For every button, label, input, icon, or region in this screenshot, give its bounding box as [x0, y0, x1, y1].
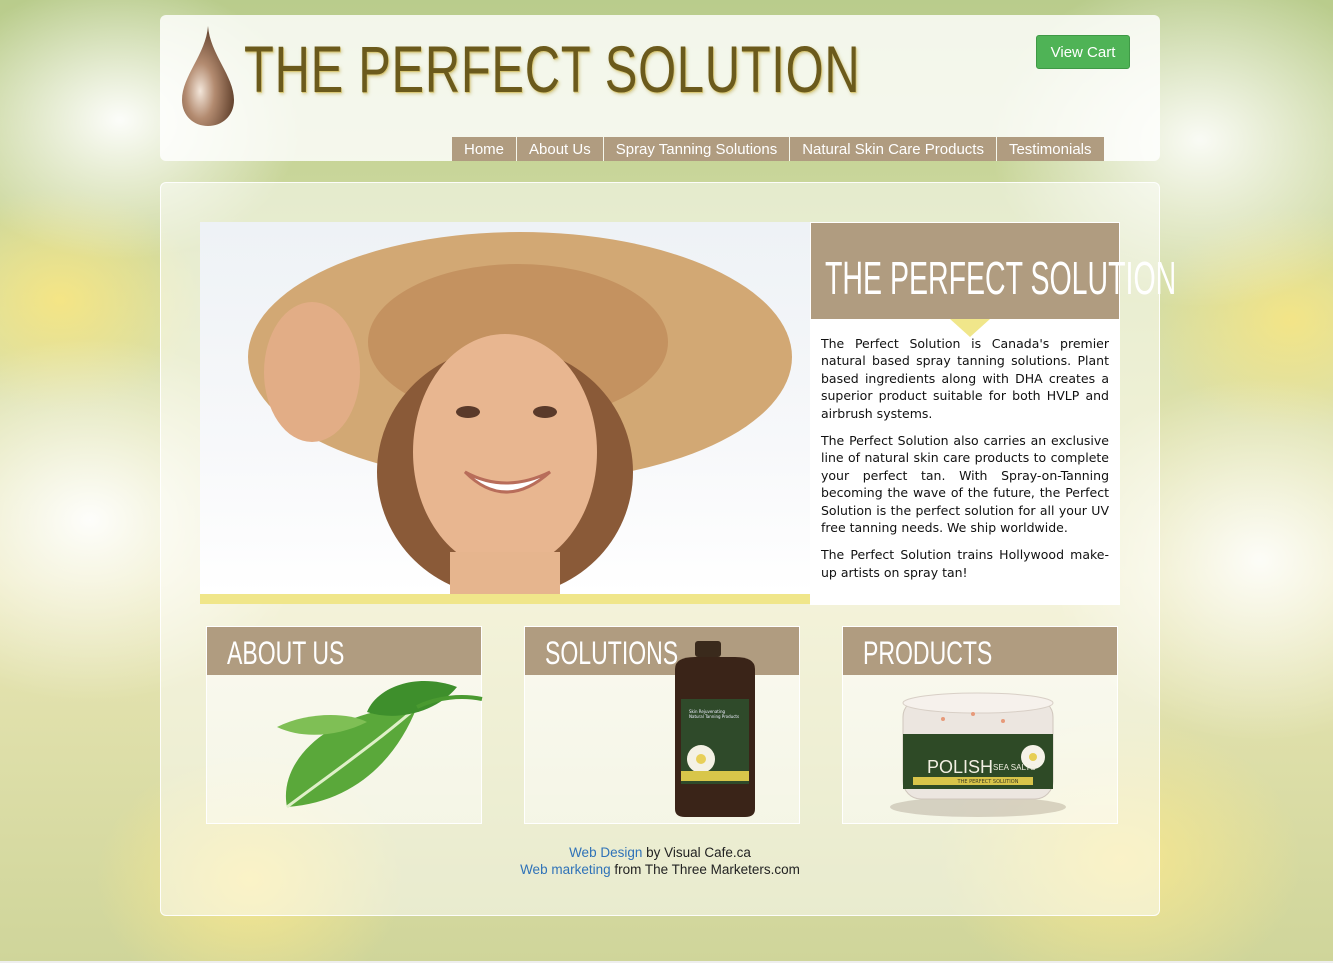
leaf-icon [277, 681, 483, 809]
credit-text-1: by Visual Cafe.ca [642, 845, 751, 860]
card-title: SOLUTIONS [545, 635, 679, 671]
card-title: PRODUCTS [863, 635, 993, 671]
nav-item-natural-skin-care-products[interactable]: Natural Skin Care Products [790, 137, 996, 161]
jar-band-text: THE PERFECT SOLUTION [957, 779, 1019, 785]
main-nav: Home About Us Spray Tanning Solutions Na… [452, 137, 1105, 161]
products-card[interactable]: PRODUCTS POLISH SEA SALTS THE PERFECT SO… [842, 626, 1118, 824]
intro-title: THE PERFECT SOLUTION [825, 252, 1177, 304]
credit-text-2: from The Three Marketers.com [610, 862, 800, 877]
credit-line-1: Web Design by Visual Cafe.ca [460, 844, 860, 861]
card-header: PRODUCTS [843, 627, 1117, 675]
solutions-card[interactable]: SOLUTIONS Skin Rejuvenating Natural Tann… [524, 626, 800, 824]
footer-credits: Web Design by Visual Cafe.ca Web marketi… [460, 844, 860, 878]
view-cart-button[interactable]: View Cart [1036, 35, 1130, 69]
nav-item-home[interactable]: Home [452, 137, 517, 161]
intro-panel: THE PERFECT SOLUTION The Perfect Solutio… [810, 222, 1176, 605]
hero-accent-strip [200, 594, 810, 604]
hero-illustration [248, 232, 792, 594]
intro-paragraph: The Perfect Solution trains Hollywood ma… [821, 547, 1109, 580]
intro-paragraph: The Perfect Solution is Canada's premier… [821, 336, 1109, 421]
intro-paragraph: The Perfect Solution also carries an exc… [821, 433, 1109, 536]
site-logo-text[interactable]: THE PERFECT SOLUTION [244, 29, 860, 109]
tanning-solution-bottle-icon [675, 641, 755, 817]
nav-item-spray-tanning-solutions[interactable]: Spray Tanning Solutions [603, 137, 790, 161]
jar-subtitle-text: SEA SALTS [993, 763, 1036, 772]
web-marketing-link[interactable]: Web marketing [520, 862, 611, 877]
sea-salt-jar-icon [890, 692, 1066, 817]
intro-header: THE PERFECT SOLUTION [811, 223, 1176, 319]
intro-body: The Perfect Solution is Canada's premier… [821, 335, 1109, 591]
droplet-logo-icon[interactable] [180, 24, 236, 128]
credit-line-2: Web marketing from The Three Marketers.c… [460, 861, 860, 878]
web-design-link[interactable]: Web Design [569, 845, 642, 860]
bottle-label-text: Skin Rejuvenating Natural Tanning Produc… [689, 709, 740, 719]
nav-item-about-us[interactable]: About Us [517, 137, 603, 161]
about-us-card[interactable]: ABOUT US [206, 626, 483, 824]
jar-brand-text: POLISH [927, 757, 994, 777]
hero-woman-in-hat-image [200, 222, 810, 594]
nav-item-testimonials[interactable]: Testimonials [996, 137, 1104, 161]
site-header: THE PERFECT SOLUTION View Cart Home Abou… [160, 15, 1160, 161]
